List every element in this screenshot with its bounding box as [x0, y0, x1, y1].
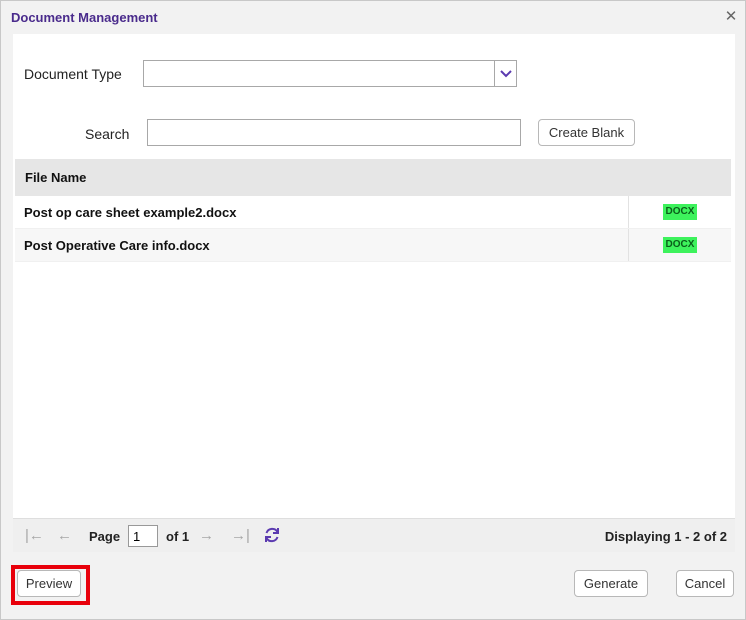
preview-highlight-box: [11, 565, 90, 605]
title-bar: Document Management ✕: [1, 1, 745, 34]
cancel-button[interactable]: Cancel: [676, 570, 734, 597]
create-blank-button[interactable]: Create Blank: [538, 119, 635, 146]
pagination-bar: |← ← Page of 1 → →| Displaying 1 - 2 of …: [13, 518, 735, 552]
file-name-cell: Post op care sheet example2.docx: [15, 196, 629, 228]
page-count-label: of 1: [166, 529, 190, 544]
generate-button[interactable]: Generate: [574, 570, 648, 597]
document-type-select[interactable]: [143, 60, 517, 87]
document-type-label: Document Type: [24, 66, 122, 82]
dialog-body: Document Type Search Create Blank File N…: [13, 34, 735, 552]
chevron-down-icon[interactable]: [494, 61, 516, 86]
file-name-column-header[interactable]: File Name: [15, 159, 731, 196]
dialog-footer: Preview Generate Cancel: [1, 552, 745, 619]
page-label: Page: [89, 529, 121, 544]
file-name-cell: Post Operative Care info.docx: [15, 229, 629, 261]
dialog-title: Document Management: [11, 10, 158, 25]
table-row[interactable]: Post Operative Care info.docx DOCX: [15, 229, 731, 262]
prev-page-icon[interactable]: ←: [57, 527, 72, 544]
displaying-count: Displaying 1 - 2 of 2: [604, 529, 727, 544]
document-management-dialog: Document Management ✕ Document Type Sear…: [0, 0, 746, 620]
refresh-icon[interactable]: [263, 526, 281, 547]
last-page-icon[interactable]: →|: [231, 527, 250, 544]
page-number-input[interactable]: [128, 525, 158, 547]
first-page-icon[interactable]: |←: [25, 527, 44, 544]
documents-grid: File Name Post op care sheet example2.do…: [15, 159, 731, 262]
next-page-icon[interactable]: →: [199, 527, 214, 544]
file-type-badge: DOCX: [662, 237, 698, 253]
table-row[interactable]: Post op care sheet example2.docx DOCX: [15, 196, 731, 229]
search-input[interactable]: [147, 119, 521, 146]
search-label: Search: [85, 126, 130, 142]
file-type-badge: DOCX: [662, 204, 698, 220]
close-icon[interactable]: ✕: [723, 9, 739, 25]
